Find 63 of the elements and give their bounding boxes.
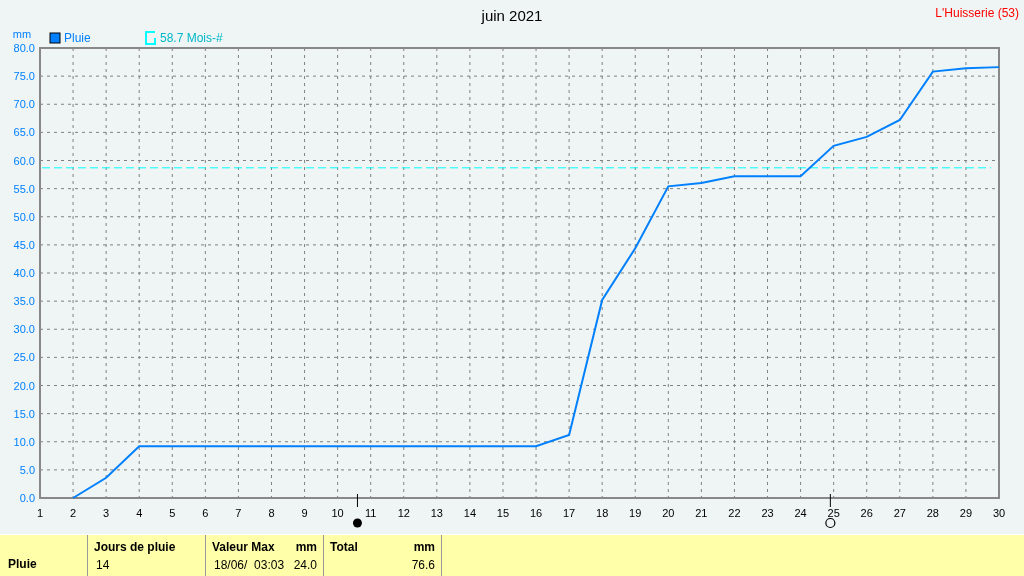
x-tick-label: 19: [629, 507, 642, 519]
table-cell-text: 76.6: [411, 557, 435, 574]
x-tick-label: 6: [202, 507, 209, 519]
y-tick-label: 20.0: [13, 379, 35, 392]
x-tick-label: 13: [430, 507, 443, 519]
x-tick-label: 24: [794, 507, 807, 519]
y-tick-label: 15.0: [13, 407, 35, 420]
y-tick-label: 55.0: [13, 182, 35, 195]
x-tick-label: 26: [860, 507, 873, 519]
y-tick-label: 10.0: [13, 435, 35, 448]
x-tick-label: 7: [235, 507, 242, 519]
x-tick-label: 5: [169, 507, 176, 519]
x-tick-label: 16: [529, 507, 543, 519]
new-moon-icon: [352, 493, 362, 528]
x-tick-label: 28: [926, 507, 939, 519]
unit-label: mm: [295, 539, 317, 556]
table-cell-text: 24.0: [293, 557, 317, 574]
unit-label: mm: [413, 539, 435, 556]
x-tick-label: 29: [959, 507, 973, 519]
x-tick-label: 12: [397, 507, 410, 519]
y-tick-label: 0.0: [19, 492, 35, 504]
x-tick-label: 11: [365, 507, 377, 519]
table-cell-text: 14: [95, 557, 110, 574]
x-tick-label: 1: [36, 507, 44, 519]
location-label: L'Huisserie (53): [935, 6, 1019, 20]
x-tick-label: 18: [596, 507, 609, 519]
y-tick-label: 5.0: [19, 463, 35, 476]
legend-label: Pluie: [64, 31, 91, 45]
column-heading: Valeur Max: [212, 539, 275, 556]
y-tick-label: 80.0: [13, 42, 35, 54]
x-tick-label: 27: [893, 507, 906, 519]
y-tick-label: 75.0: [13, 70, 35, 83]
chart-title: juin 2021: [481, 7, 543, 24]
y-tick-label: 30.0: [13, 323, 35, 336]
x-tick-label: 4: [136, 507, 143, 519]
y-tick-label: 70.0: [13, 98, 35, 111]
x-tick-label: 23: [761, 507, 774, 519]
x-tick-label: 14: [463, 507, 476, 519]
column-heading: Jours de pluie: [94, 539, 176, 556]
y-tick-label: 60.0: [13, 154, 35, 167]
y-tick-label: 35.0: [13, 295, 35, 308]
x-tick-label: 21: [695, 507, 708, 519]
x-tick-label: 22: [728, 507, 741, 519]
x-tick-label: 10: [331, 507, 344, 519]
x-tick-label: 15: [496, 507, 510, 519]
y-tick-label: 25.0: [13, 351, 35, 364]
y-tick-label: 40.0: [13, 267, 35, 279]
legend-label: 58.7 Mois-#: [160, 31, 223, 45]
x-tick-label: 30: [992, 507, 1006, 519]
x-tick-label: 17: [563, 507, 576, 519]
x-tick-label: 25: [827, 507, 840, 519]
x-tick-label: 9: [301, 507, 308, 519]
y-tick-label: 65.0: [13, 126, 35, 139]
x-tick-label: 8: [268, 507, 275, 519]
y-axis-unit: mm: [12, 28, 32, 40]
y-tick-label: 50.0: [13, 210, 35, 223]
x-tick-label: 20: [662, 507, 675, 519]
column-heading: Total: [330, 539, 358, 556]
table-cell-text: 18/06/ 03:03: [213, 557, 285, 574]
row-label: Pluie: [8, 556, 38, 573]
y-tick-label: 45.0: [13, 238, 35, 251]
x-tick-label: 3: [103, 507, 110, 519]
x-tick-label: 2: [70, 507, 77, 519]
